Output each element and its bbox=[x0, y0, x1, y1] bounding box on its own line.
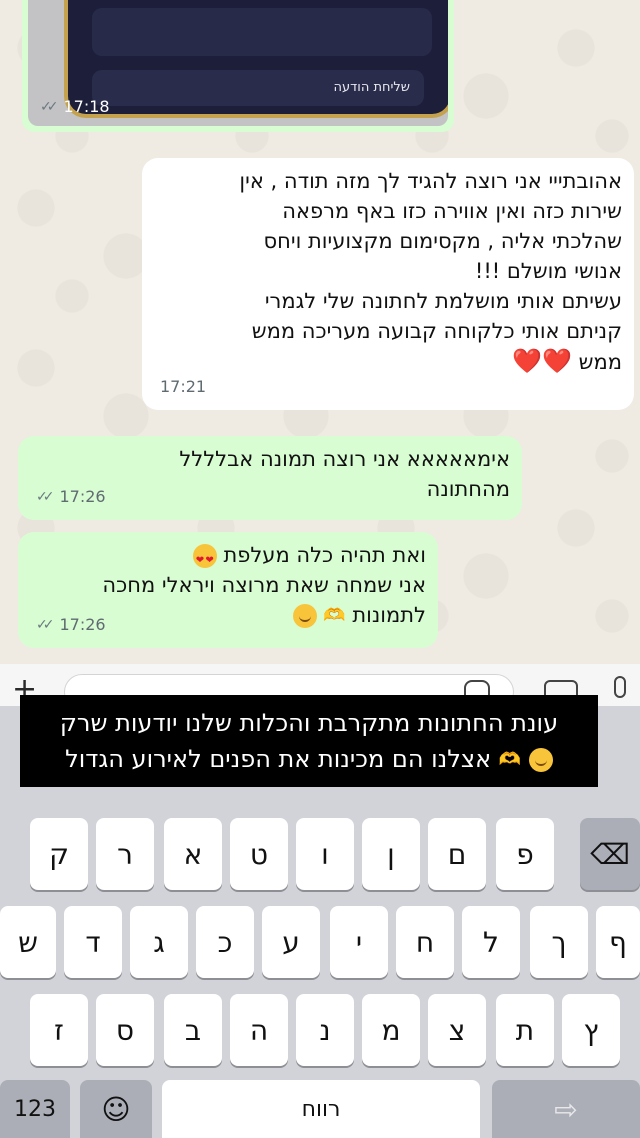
numbers-key[interactable]: 123 bbox=[0, 1080, 70, 1138]
key-qof[interactable]: ק bbox=[30, 818, 88, 890]
message-line-last: ממש ❤️❤️ bbox=[158, 346, 622, 377]
message-line: אהובתייי אני רוצה להגיד לך מזה תודה , אי… bbox=[239, 169, 622, 193]
incoming-message-bubble[interactable]: אהובתייי אני רוצה להגיד לך מזה תודה , אי… bbox=[142, 158, 634, 410]
chat-area[interactable]: שליחת הודעה ✓✓ 17:18 אהובתייי אני רוצה ל… bbox=[0, 0, 640, 700]
key-bet[interactable]: ב bbox=[164, 994, 222, 1066]
caption-overlay: עונת החתונות מתקרבת והכלות שלנו יודעות ש… bbox=[20, 695, 598, 787]
key-yod[interactable]: י bbox=[330, 906, 388, 978]
heart-eyes-emoji-icon bbox=[192, 544, 217, 576]
message-time: ✓✓ 17:26 bbox=[36, 482, 106, 512]
key-final-tsadi[interactable]: ץ bbox=[562, 994, 620, 1066]
caption-line-2: 🫶 אצלנו הם מכינות את הפנים לאירוע הגדול bbox=[30, 741, 588, 778]
key-alef[interactable]: א bbox=[164, 818, 222, 890]
message-line-text: ואת תהיה כלה מעלפת bbox=[223, 543, 426, 567]
message-line: שהלכתי אליה , מקסימום מקצועיות ויחס bbox=[263, 229, 622, 253]
microphone-icon[interactable] bbox=[614, 676, 626, 698]
smiling-emoji-icon bbox=[528, 748, 553, 772]
caption-line-2-text: אצלנו הם מכינות את הפנים לאירוע הגדול bbox=[65, 745, 492, 773]
heart-hands-emoji-icon: 🫶 bbox=[498, 749, 522, 770]
message-line-text: לתמונות bbox=[352, 603, 426, 627]
message-line-text: ממש bbox=[578, 350, 622, 374]
key-nun[interactable]: נ bbox=[296, 994, 354, 1066]
message-line: קניתם אותי כלקוחה קבועה מעריכה ממש bbox=[251, 319, 622, 343]
key-shin[interactable]: ש bbox=[0, 906, 56, 978]
key-vav[interactable]: ו bbox=[296, 818, 354, 890]
key-kaf[interactable]: כ bbox=[196, 906, 254, 978]
message-line: אימאאאאא אני רוצה תמונה אבלללל bbox=[179, 447, 510, 471]
phone-screen-send-label: שליחת הודעה bbox=[92, 70, 424, 106]
key-samekh[interactable]: ס bbox=[96, 994, 154, 1066]
heart-hands-emoji-icon: 🫶 bbox=[323, 605, 346, 626]
emoji-key-icon[interactable]: ☺ bbox=[80, 1080, 152, 1138]
message-time-text: 17:26 bbox=[59, 615, 106, 634]
caption-line-1: עונת החתונות מתקרבת והכלות שלנו יודעות ש… bbox=[59, 709, 559, 737]
read-checkmarks-icon: ✓✓ bbox=[36, 617, 55, 633]
outgoing-message-bubble[interactable]: אימאאאאא אני רוצה תמונה אבלללל מהחתונה ✓… bbox=[18, 436, 522, 520]
message-time-text: 17:21 bbox=[160, 377, 207, 396]
message-time: ✓✓ 17:26 bbox=[36, 610, 106, 640]
smiling-emoji-icon bbox=[292, 604, 317, 628]
read-checkmarks-icon: ✓✓ bbox=[40, 98, 59, 115]
key-final-pe[interactable]: ף bbox=[596, 906, 640, 978]
key-tet[interactable]: ט bbox=[230, 818, 288, 890]
key-pe[interactable]: פ bbox=[496, 818, 554, 890]
key-he[interactable]: ה bbox=[230, 994, 288, 1066]
message-line: עשיתם אותי מושלמת לחתונה שלי לגמרי bbox=[264, 289, 622, 313]
key-lamed[interactable]: ל bbox=[462, 906, 520, 978]
message-line: אנושי מושלם !!! bbox=[474, 259, 622, 283]
outgoing-message-bubble[interactable]: ואת תהיה כלה מעלפת אני שמחה שאת מרוצה וי… bbox=[18, 532, 438, 648]
key-resh[interactable]: ר bbox=[96, 818, 154, 890]
key-dalet[interactable]: ד bbox=[64, 906, 122, 978]
key-gimel[interactable]: ג bbox=[130, 906, 188, 978]
return-arrow-icon[interactable]: ⇨ bbox=[492, 1080, 640, 1138]
message-time: 17:21 bbox=[160, 372, 206, 402]
message-line: אני שמחה שאת מרוצה ויראלי מחכה bbox=[102, 573, 426, 597]
key-tsadi[interactable]: צ bbox=[428, 994, 486, 1066]
key-final-mem[interactable]: ם bbox=[428, 818, 486, 890]
phone-screen-photo: שליחת הודעה bbox=[64, 0, 448, 118]
phone-screen-field bbox=[92, 8, 432, 56]
message-time-text: 17:26 bbox=[59, 487, 106, 506]
key-mem[interactable]: מ bbox=[362, 994, 420, 1066]
read-checkmarks-icon: ✓✓ bbox=[36, 489, 55, 505]
key-final-kaf[interactable]: ך bbox=[530, 906, 588, 978]
key-final-nun[interactable]: ן bbox=[362, 818, 420, 890]
message-line: ואת תהיה כלה מעלפת bbox=[34, 540, 426, 576]
image-message-time-text: 17:18 bbox=[63, 97, 110, 116]
image-message-time: ✓✓ 17:18 bbox=[40, 97, 110, 116]
backspace-icon[interactable]: ⌫ bbox=[580, 818, 640, 890]
key-het[interactable]: ח bbox=[396, 906, 454, 978]
image-message-photo[interactable]: שליחת הודעה ✓✓ 17:18 bbox=[28, 0, 448, 126]
key-tav[interactable]: ת bbox=[496, 994, 554, 1066]
hearts-emoji: ❤️❤️ bbox=[512, 347, 572, 375]
key-ayin[interactable]: ע bbox=[262, 906, 320, 978]
image-message-bubble[interactable]: שליחת הודעה ✓✓ 17:18 bbox=[22, 0, 454, 132]
key-zayin[interactable]: ז bbox=[30, 994, 88, 1066]
space-key[interactable]: רווח bbox=[162, 1080, 480, 1138]
message-line: שירות כזה ואין אווירה כזו באף מרפאה bbox=[282, 199, 622, 223]
